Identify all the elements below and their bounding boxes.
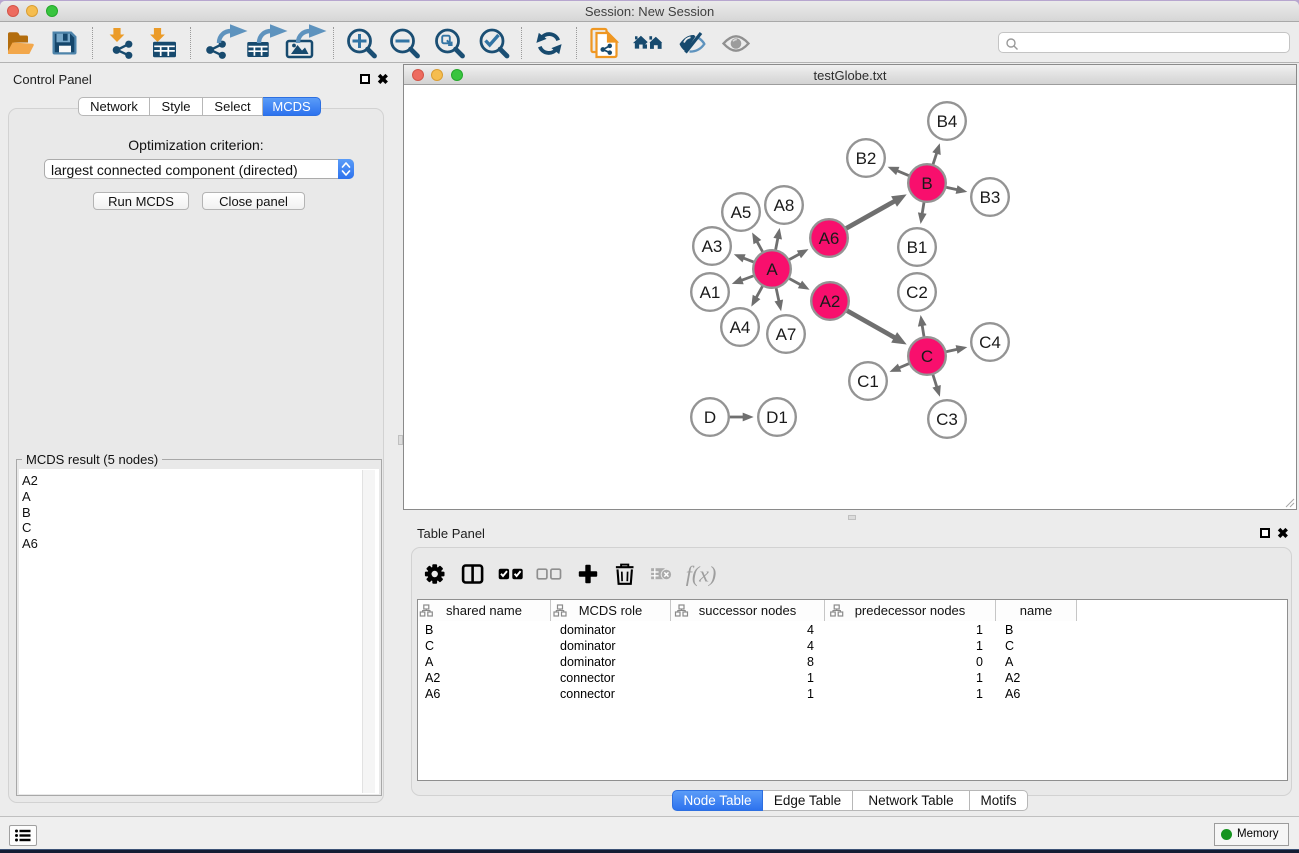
svg-text:B1: B1 [907, 238, 928, 257]
svg-text:A8: A8 [774, 196, 795, 215]
svg-text:A7: A7 [776, 325, 797, 344]
svg-text:A6: A6 [819, 229, 840, 248]
svg-text:A: A [766, 260, 778, 279]
svg-text:B4: B4 [937, 112, 958, 131]
svg-text:D1: D1 [766, 408, 788, 427]
svg-text:A1: A1 [700, 283, 721, 302]
svg-text:D: D [704, 408, 716, 427]
svg-text:C2: C2 [906, 283, 928, 302]
svg-text:C1: C1 [857, 372, 879, 391]
svg-text:A3: A3 [702, 237, 723, 256]
svg-text:A4: A4 [730, 318, 751, 337]
svg-text:A2: A2 [820, 292, 841, 311]
svg-text:C4: C4 [979, 333, 1001, 352]
svg-text:B2: B2 [856, 149, 877, 168]
svg-text:B: B [921, 174, 932, 193]
svg-text:C3: C3 [936, 410, 958, 429]
svg-text:C: C [921, 347, 933, 366]
svg-text:f(x): f(x) [686, 562, 717, 587]
svg-text:A5: A5 [731, 203, 752, 222]
svg-text:B3: B3 [980, 188, 1001, 207]
